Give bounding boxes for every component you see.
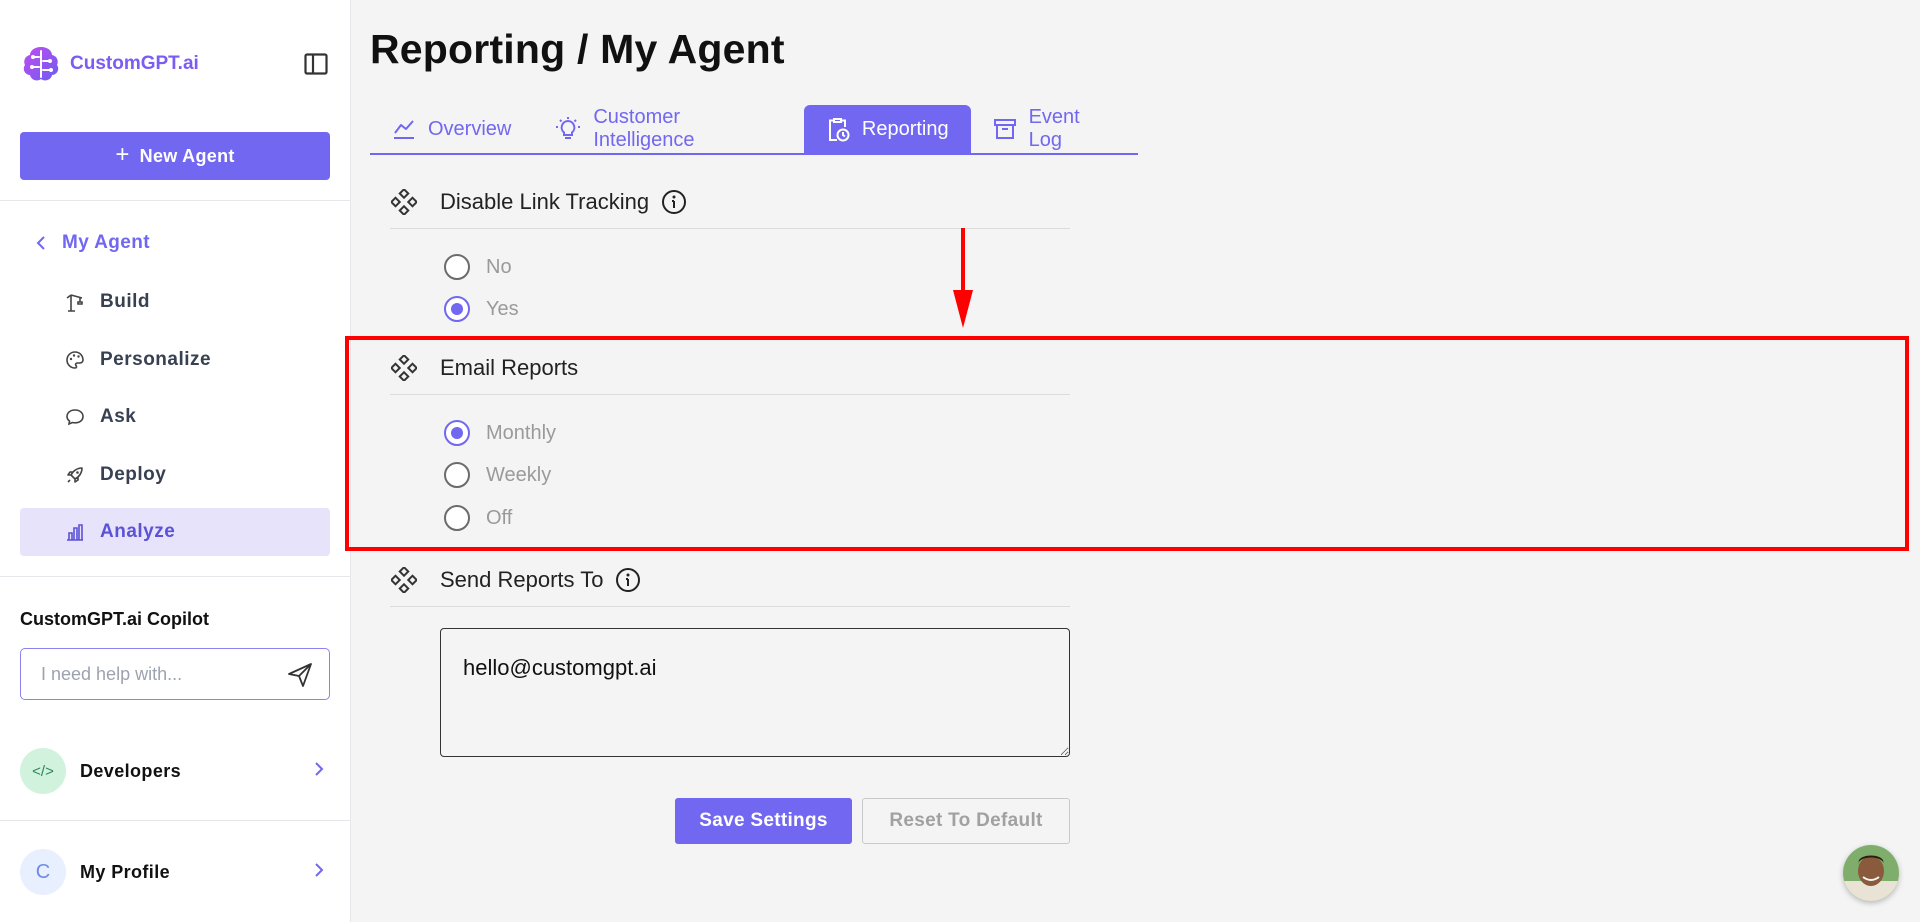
sidebar-toggle-icon[interactable] bbox=[302, 50, 330, 78]
sidebar-item-label: Personalize bbox=[100, 349, 212, 370]
radio-button[interactable] bbox=[444, 420, 470, 446]
divider bbox=[0, 820, 351, 821]
send-reports-to-field[interactable]: hello@customgpt.ai bbox=[440, 628, 1070, 757]
support-chat-avatar[interactable] bbox=[1843, 845, 1899, 901]
annotation-arrow bbox=[953, 228, 973, 328]
new-agent-label: New Agent bbox=[139, 145, 235, 166]
divider bbox=[0, 200, 351, 201]
radio-option-weekly[interactable]: Weekly bbox=[444, 462, 551, 488]
sidebar-item-build[interactable]: Build bbox=[20, 278, 330, 326]
logo-row: CustomGPT.ai bbox=[20, 42, 330, 86]
radio-option-yes[interactable]: Yes bbox=[444, 296, 519, 322]
plus-icon: + bbox=[115, 140, 130, 168]
send-icon[interactable] bbox=[287, 662, 313, 688]
tab-overview[interactable]: Overview bbox=[370, 105, 533, 153]
new-agent-button[interactable]: + New Agent bbox=[20, 132, 330, 180]
code-icon: </> bbox=[20, 748, 66, 794]
reset-to-default-button[interactable]: Reset To Default bbox=[862, 798, 1070, 844]
radio-label: Yes bbox=[486, 297, 519, 320]
line-chart-icon bbox=[392, 118, 416, 140]
section-title: Send Reports To bbox=[440, 566, 604, 592]
tab-reporting[interactable]: Reporting bbox=[803, 105, 971, 153]
radio-button[interactable] bbox=[444, 296, 470, 322]
sidebar-item-label: Deploy bbox=[100, 464, 167, 485]
tab-label: Reporting bbox=[861, 117, 949, 140]
radio-label: No bbox=[486, 255, 512, 278]
info-icon[interactable] bbox=[661, 189, 687, 215]
tab-label: Overview bbox=[428, 117, 512, 140]
my-profile-link[interactable]: C My Profile bbox=[20, 848, 330, 896]
radio-option-off[interactable]: Off bbox=[444, 505, 512, 531]
tab-label: Customer Intelligence bbox=[593, 106, 695, 151]
radio-button[interactable] bbox=[444, 462, 470, 488]
chevron-left-icon bbox=[36, 236, 45, 250]
save-settings-button[interactable]: Save Settings bbox=[675, 798, 852, 844]
divider bbox=[0, 576, 351, 577]
developers-label: Developers bbox=[80, 760, 182, 781]
lightbulb-icon bbox=[555, 116, 581, 142]
copilot-input-box bbox=[20, 648, 330, 700]
tab-event-log[interactable]: Event Log bbox=[971, 105, 1138, 153]
avatar: C bbox=[20, 849, 66, 895]
section-title: Disable Link Tracking bbox=[440, 188, 650, 214]
sidebar-item-deploy[interactable]: Deploy bbox=[20, 451, 330, 499]
chevron-right-icon bbox=[315, 762, 324, 776]
section-title: Email Reports bbox=[440, 354, 579, 380]
developers-link[interactable]: </> Developers bbox=[20, 747, 330, 795]
tab-customer-intelligence[interactable]: Customer Intelligence bbox=[533, 105, 804, 153]
palette-icon bbox=[64, 349, 86, 371]
radio-button[interactable] bbox=[444, 505, 470, 531]
logo-text: CustomGPT.ai bbox=[70, 53, 199, 74]
info-icon[interactable] bbox=[615, 567, 641, 593]
radio-button[interactable] bbox=[444, 254, 470, 280]
sidebar-item-ask[interactable]: Ask bbox=[20, 393, 330, 441]
bar-chart-icon bbox=[64, 521, 86, 543]
chat-bubble-icon bbox=[64, 406, 86, 428]
radio-label: Off bbox=[486, 506, 513, 529]
rocket-icon bbox=[64, 464, 86, 486]
back-to-my-agent[interactable]: My Agent bbox=[36, 232, 150, 254]
crane-icon bbox=[64, 291, 86, 313]
drag-handle-icon[interactable] bbox=[390, 188, 418, 216]
copilot-title: CustomGPT.ai Copilot bbox=[20, 609, 209, 629]
copilot-input[interactable] bbox=[21, 663, 271, 685]
sidebar-item-label: Build bbox=[100, 291, 150, 312]
section-email-reports: Email Reports bbox=[390, 341, 1070, 395]
tab-label: Event Log bbox=[1028, 106, 1080, 151]
sidebar-item-personalize[interactable]: Personalize bbox=[20, 336, 330, 384]
archive-icon bbox=[993, 118, 1017, 140]
tab-bar: Overview Customer Intelligence Reporting… bbox=[370, 105, 1138, 155]
page-title: Reporting / My Agent bbox=[370, 26, 785, 72]
profile-label: My Profile bbox=[80, 861, 171, 882]
radio-label: Monthly bbox=[486, 421, 557, 444]
section-disable-link-tracking: Disable Link Tracking bbox=[390, 175, 1070, 229]
drag-handle-icon[interactable] bbox=[390, 354, 418, 382]
back-label: My Agent bbox=[62, 232, 150, 253]
radio-label: Weekly bbox=[486, 463, 552, 486]
sidebar-item-analyze[interactable]: Analyze bbox=[20, 508, 330, 556]
drag-handle-icon[interactable] bbox=[390, 566, 418, 594]
chevron-right-icon bbox=[315, 863, 324, 877]
section-send-reports-to: Send Reports To bbox=[390, 553, 1070, 607]
radio-option-no[interactable]: No bbox=[444, 254, 512, 280]
sidebar-item-label: Analyze bbox=[100, 521, 176, 542]
sidebar-item-label: Ask bbox=[100, 406, 137, 427]
clipboard-clock-icon bbox=[826, 116, 850, 142]
sidebar: CustomGPT.ai + New Agent My Agent Build … bbox=[0, 0, 351, 922]
radio-option-monthly[interactable]: Monthly bbox=[444, 420, 556, 446]
brain-logo-icon bbox=[23, 47, 59, 81]
